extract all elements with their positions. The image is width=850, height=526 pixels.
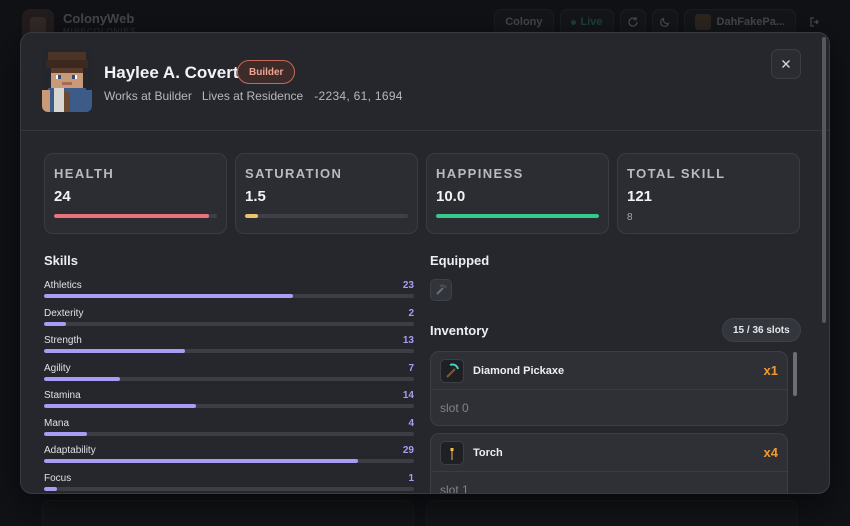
skill-name: Focus — [44, 472, 72, 484]
stat-value: 1.5 — [245, 188, 266, 205]
stat-card-happiness: HAPPINESS 10.0 — [426, 153, 609, 234]
close-button[interactable] — [771, 49, 801, 79]
equipped-slot[interactable] — [430, 279, 452, 301]
skill-bar — [44, 431, 414, 436]
citizen-skin-icon — [42, 50, 92, 112]
inventory-item-name: Diamond Pickaxe — [473, 364, 565, 377]
stat-card-total-skill: TOTAL SKILL 121 8 — [617, 153, 800, 234]
skill-row: Adaptability 29 — [44, 445, 414, 473]
works-at: Works at Builder — [104, 89, 192, 103]
skill-bar — [44, 321, 414, 326]
equipped-title: Equipped — [430, 253, 490, 268]
skill-row: Dexterity 2 — [44, 308, 414, 336]
citizen-details: Works at Builder Lives at Residence -223… — [104, 89, 403, 103]
inventory-list[interactable]: Diamond Pickaxe x1 slot 0 Torch x4 slot … — [430, 351, 788, 494]
citizen-modal: Haylee A. Covert Builder Works at Builde… — [20, 32, 830, 494]
modal-scrollbar[interactable] — [822, 37, 826, 323]
inventory-item[interactable]: Torch x4 slot 1 — [430, 433, 788, 494]
skill-name: Stamina — [44, 390, 81, 401]
inventory-item-slot: slot 1 — [440, 483, 469, 494]
skill-bar — [44, 404, 414, 408]
inventory-item-qty: x1 — [763, 363, 778, 378]
stat-label: TOTAL SKILL — [627, 166, 726, 181]
skill-bar — [44, 376, 414, 381]
inventory-title: Inventory — [430, 323, 489, 338]
role-badge: Builder — [237, 60, 296, 84]
stat-label: HAPPINESS — [436, 166, 524, 181]
close-icon — [782, 60, 790, 68]
stat-label: HEALTH — [54, 166, 115, 181]
inventory-item[interactable]: Diamond Pickaxe x1 slot 0 — [430, 351, 788, 426]
inventory-item-name: Torch — [473, 446, 503, 459]
happiness-bar — [436, 214, 599, 218]
health-bar — [54, 214, 217, 218]
lives-at: Lives at Residence — [201, 89, 304, 103]
inventory-item-slot: slot 0 — [440, 401, 469, 415]
pickaxe-icon — [436, 284, 447, 295]
skill-row: Focus 1 — [44, 472, 414, 494]
stat-value: 121 — [627, 188, 653, 205]
inventory-scrollbar[interactable] — [793, 352, 797, 396]
citizen-avatar — [42, 50, 92, 112]
skills-title: Skills — [44, 253, 78, 268]
skill-name: Mana — [44, 417, 70, 429]
skill-name: Strength — [44, 335, 82, 346]
skill-value: 4 — [408, 417, 414, 429]
skill-name: Dexterity — [44, 307, 84, 319]
citizen-name: Haylee A. Covert — [104, 63, 239, 82]
skills-list: Athletics 23 Dexterity 2 Strength 13 Agility 7 S… — [44, 280, 414, 494]
skill-name: Adaptability — [44, 445, 96, 456]
skill-value: 7 — [408, 362, 414, 374]
inventory-item-qty: x4 — [763, 445, 778, 460]
stat-card-health: HEALTH 24 — [44, 153, 227, 234]
skill-bar — [44, 459, 414, 463]
inventory-slots-badge: 15 / 36 slots — [722, 318, 801, 342]
skill-row: Strength 13 — [44, 335, 414, 363]
pickaxe-icon — [440, 358, 464, 383]
stat-label: SATURATION — [245, 166, 343, 181]
saturation-bar — [245, 214, 408, 218]
stat-sub: 8 — [627, 212, 633, 223]
skill-value: 29 — [402, 445, 414, 456]
modal-header: Haylee A. Covert Builder Works at Builde… — [21, 33, 829, 131]
skill-row: Athletics 23 — [44, 280, 414, 308]
stat-value: 10.0 — [436, 188, 466, 205]
skill-value: 1 — [408, 472, 414, 484]
skill-row: Agility 7 — [44, 363, 414, 391]
skill-row: Mana 4 — [44, 418, 414, 446]
skill-row: Stamina 14 — [44, 390, 414, 418]
skill-value: 13 — [402, 335, 414, 346]
skill-value: 14 — [402, 390, 414, 401]
citizen-coords: -2234, 61, 1694 — [314, 89, 403, 103]
stat-card-saturation: SATURATION 1.5 — [235, 153, 418, 234]
skill-value: 23 — [402, 280, 414, 291]
skill-bar — [44, 486, 414, 491]
skill-name: Athletics — [44, 280, 82, 291]
skill-bar — [44, 349, 414, 353]
skill-bar — [44, 294, 414, 298]
stat-value: 24 — [54, 188, 71, 205]
skill-name: Agility — [44, 362, 71, 374]
skill-value: 2 — [408, 307, 414, 319]
torch-icon — [440, 440, 464, 465]
